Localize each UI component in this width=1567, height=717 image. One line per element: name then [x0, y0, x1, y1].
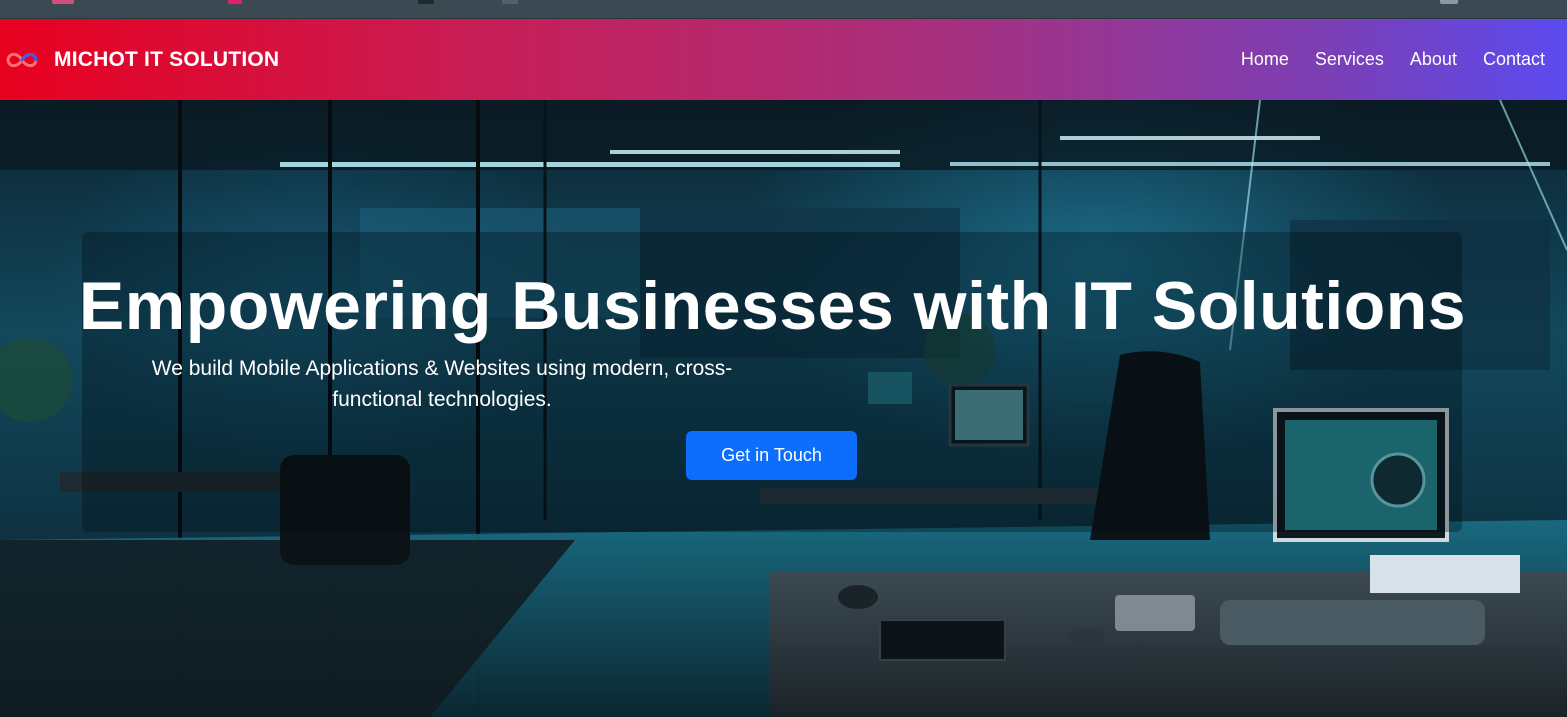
brand-name: MICHOT IT SOLUTION — [54, 47, 280, 71]
strip-tab-marker — [228, 0, 242, 4]
strip-tab-marker — [1440, 0, 1458, 4]
nav-link-about[interactable]: About — [1410, 49, 1457, 70]
hero-title: Empowering Businesses with IT Solutions — [78, 268, 1467, 344]
get-in-touch-button[interactable]: Get in Touch — [686, 431, 857, 480]
brand[interactable]: MICHOT IT SOLUTION — [4, 47, 279, 73]
nav-links: Home Services About Contact — [1241, 49, 1545, 70]
browser-top-strip — [0, 0, 1567, 19]
hero-section: Empowering Businesses with IT Solutions … — [0, 100, 1567, 717]
infinity-logo-icon — [6, 52, 38, 67]
nav-link-home[interactable]: Home — [1241, 49, 1289, 70]
strip-tab-marker — [418, 0, 434, 4]
hero-subtitle: We build Mobile Applications & Websites … — [151, 357, 733, 411]
site-navbar: MICHOT IT SOLUTION Home Services About C… — [0, 19, 1567, 100]
nav-link-services[interactable]: Services — [1315, 49, 1384, 70]
nav-link-contact[interactable]: Contact — [1483, 49, 1545, 70]
strip-tab-marker — [502, 0, 518, 4]
strip-tab-marker — [52, 0, 74, 4]
